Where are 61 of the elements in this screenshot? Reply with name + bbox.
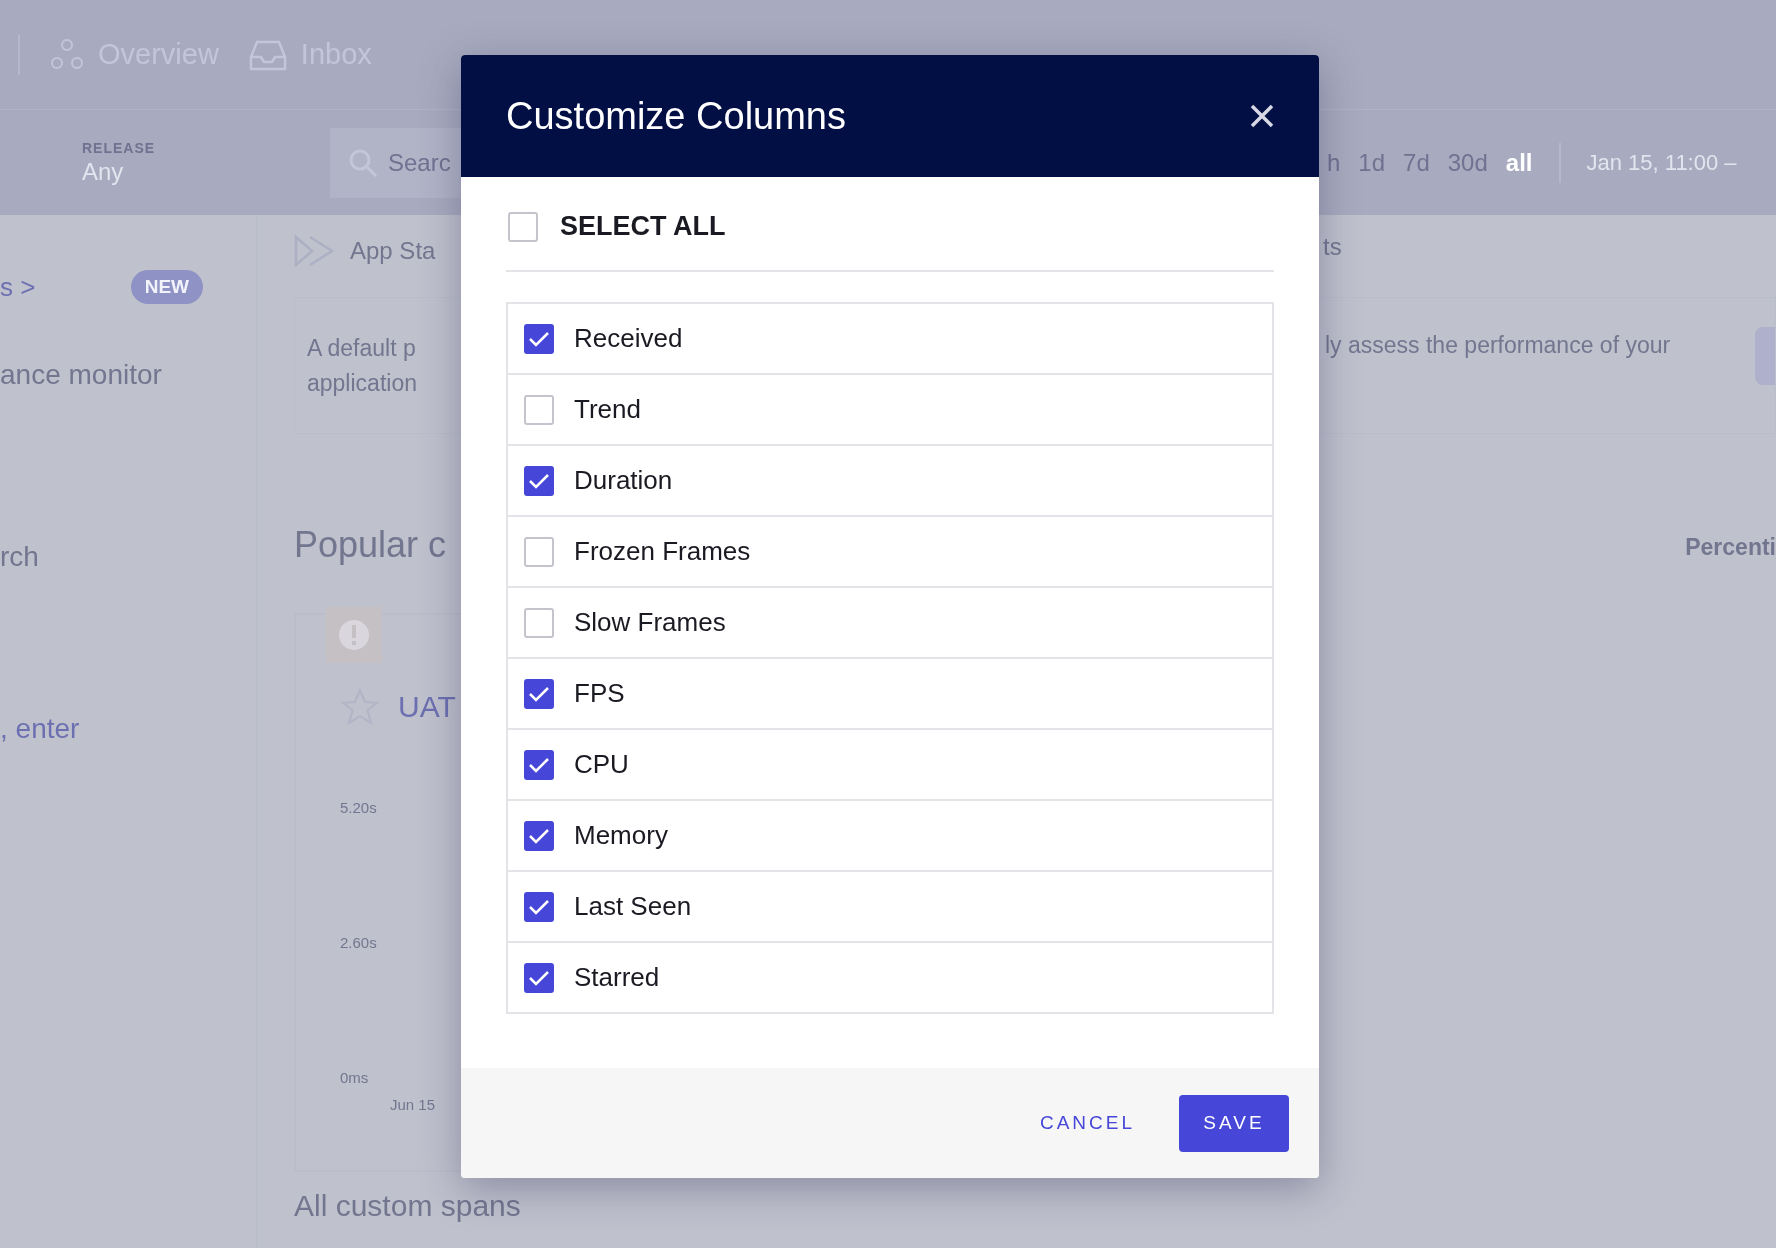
sidebar-text: rch	[0, 541, 40, 573]
section-tab[interactable]: ts	[1319, 233, 1776, 277]
inbox-icon	[248, 38, 287, 71]
column-label[interactable]: Slow Frames	[574, 607, 726, 638]
column-label[interactable]: FPS	[574, 678, 625, 709]
check-icon	[528, 330, 550, 347]
time-range-option[interactable]: 7d	[1403, 148, 1430, 177]
axis-label: 5.20s	[340, 798, 378, 816]
release-value[interactable]: Any	[82, 157, 330, 186]
check-icon	[528, 685, 550, 702]
date-range[interactable]: Jan 15, 11:00 –	[1586, 149, 1737, 176]
checkbox[interactable]	[524, 678, 554, 709]
check-icon	[528, 898, 550, 915]
select-all-label[interactable]: SELECT ALL	[560, 211, 726, 242]
nodes-icon	[50, 37, 84, 72]
checkbox[interactable]	[508, 211, 538, 242]
save-button[interactable]: SAVE	[1179, 1094, 1289, 1152]
checkbox[interactable]	[524, 323, 554, 354]
checkbox[interactable]	[524, 536, 554, 567]
section-tab[interactable]: App Sta	[294, 229, 461, 273]
column-label[interactable]: Trend	[574, 394, 641, 425]
checkbox[interactable]	[524, 749, 554, 780]
column-label[interactable]: Received	[574, 323, 683, 354]
description-text: ly assess the performance of your	[1325, 332, 1671, 359]
axis-label: 0ms	[340, 1068, 370, 1086]
column-label[interactable]: Duration	[574, 465, 673, 496]
description-text: application	[307, 369, 418, 397]
check-icon	[528, 827, 550, 844]
checkbox[interactable]	[524, 607, 554, 638]
section-heading: All custom spans	[294, 1187, 521, 1224]
checkbox[interactable]	[524, 465, 554, 496]
card-title[interactable]: UAT	[398, 689, 456, 724]
new-badge: NEW	[130, 270, 203, 304]
search-field[interactable]: Searc	[330, 127, 461, 198]
check-icon	[528, 756, 550, 773]
close-icon	[1249, 103, 1275, 129]
dialog-title: Customize Columns	[506, 94, 846, 138]
sidebar-text: , enter	[0, 713, 81, 745]
release-label: RELEASE	[82, 139, 157, 156]
column-label[interactable]: Last Seen	[574, 891, 692, 922]
check-icon	[528, 969, 550, 986]
time-range-option[interactable]: 30d	[1447, 148, 1488, 177]
axis-label: Jun 15	[389, 1095, 437, 1113]
column-label[interactable]: CPU	[574, 749, 629, 780]
checkbox[interactable]	[524, 394, 554, 425]
time-range-option[interactable]: all	[1505, 148, 1533, 177]
section-heading: Popular c	[294, 523, 448, 567]
breadcrumb-link[interactable]: s >	[0, 271, 36, 303]
axis-label: 2.60s	[340, 933, 378, 951]
time-range-option[interactable]: 1d	[1358, 148, 1386, 177]
sidebar-title: ance monitor	[0, 359, 163, 391]
percentile-label: Percenti	[1685, 534, 1776, 561]
column-label[interactable]: Frozen Frames	[574, 536, 751, 567]
checkbox[interactable]	[524, 820, 554, 851]
description-text: A default p	[307, 334, 417, 362]
column-label[interactable]: Starred	[574, 962, 660, 993]
column-label[interactable]: Memory	[574, 820, 668, 851]
cancel-button[interactable]: CANCEL	[1039, 1098, 1135, 1148]
checkbox[interactable]	[524, 891, 554, 922]
checkbox[interactable]	[524, 962, 554, 993]
check-icon	[528, 472, 550, 489]
